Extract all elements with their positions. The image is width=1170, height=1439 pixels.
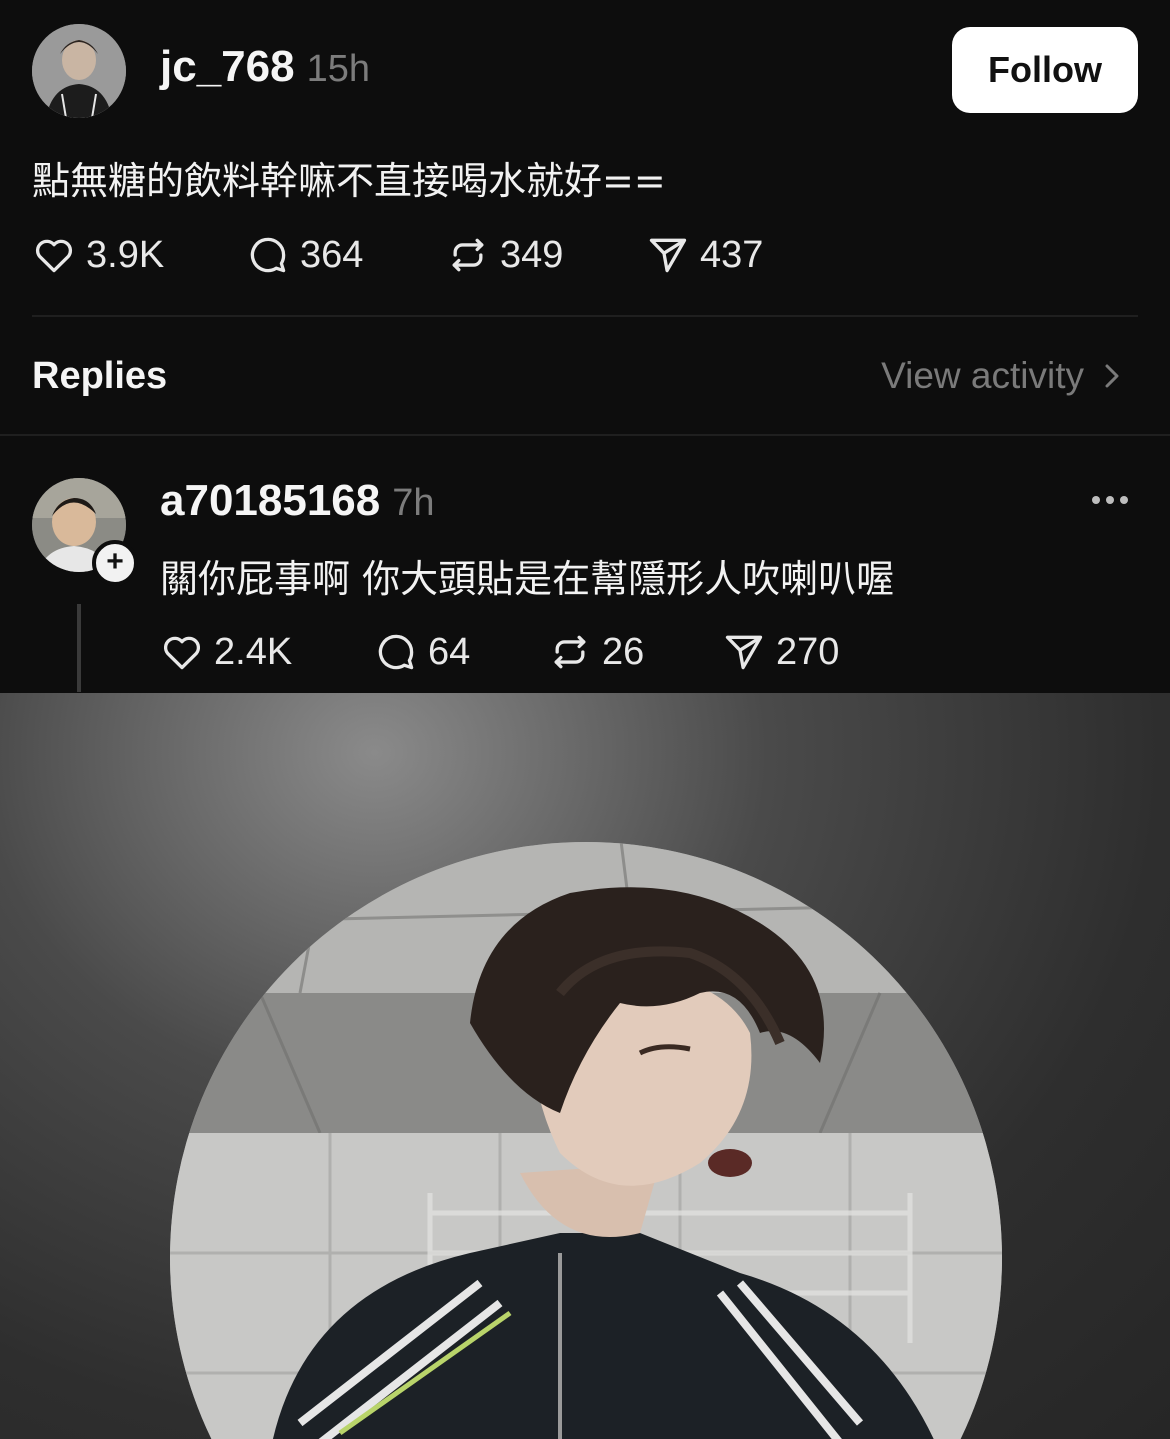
reply-share-action[interactable]: 270 (722, 630, 839, 674)
view-activity-label: View activity (881, 355, 1084, 396)
reply-comment-action[interactable]: 64 (374, 630, 470, 674)
post-like-action[interactable]: 3.9K (32, 233, 164, 277)
reply-repost-count: 26 (602, 630, 645, 673)
replies-heading: Replies (32, 355, 168, 397)
reply-comment-count: 64 (428, 630, 471, 673)
plus-icon: + (106, 545, 124, 578)
post-like-count: 3.9K (86, 233, 165, 276)
more-horizontal-icon[interactable] (1092, 496, 1128, 504)
reply-like-action[interactable]: 2.4K (160, 630, 292, 674)
post-comment-count: 364 (300, 233, 364, 276)
post-comment-action[interactable]: 364 (246, 233, 363, 277)
heart-icon (35, 239, 73, 273)
post-share-action[interactable]: 437 (646, 233, 763, 277)
post-repost-count: 349 (500, 233, 564, 276)
post-text: 點無糖的飲料幹嘛不直接喝水就好== (32, 159, 666, 203)
attached-profile-photo (0, 693, 1170, 1439)
send-icon (725, 635, 763, 670)
reply-text: 關你屁事啊 你大頭貼是在幫隱形人吹喇叭喔 (160, 557, 895, 601)
follow-button[interactable]: Follow (952, 27, 1138, 113)
reply-repost-action[interactable]: 26 (548, 630, 644, 674)
post-repost-action[interactable]: 349 (446, 233, 563, 277)
replies-divider (0, 434, 1170, 436)
reply-timestamp: 7h (392, 482, 435, 524)
comment-bubble-icon (378, 634, 414, 670)
reply-like-count: 2.4K (214, 630, 293, 673)
reply-thread-line (77, 604, 81, 692)
chevron-right-icon (1105, 364, 1119, 388)
heart-icon (163, 636, 201, 670)
comment-bubble-icon (250, 237, 286, 273)
repost-icon (554, 635, 586, 669)
post-author-username[interactable]: jc_768 (160, 42, 295, 92)
post-divider (32, 315, 1138, 317)
reply-author-username[interactable]: a70185168 (160, 476, 380, 526)
view-activity-link[interactable]: View activity (881, 355, 1122, 397)
post-timestamp: 15h (306, 48, 370, 90)
post-share-count: 437 (700, 233, 764, 276)
send-icon (649, 238, 687, 273)
follow-reply-author-button[interactable]: + (92, 540, 138, 586)
profile-photo-circle (170, 842, 1002, 1439)
post-author-avatar[interactable] (32, 24, 126, 118)
reply-share-count: 270 (776, 630, 840, 673)
repost-icon (452, 238, 484, 272)
